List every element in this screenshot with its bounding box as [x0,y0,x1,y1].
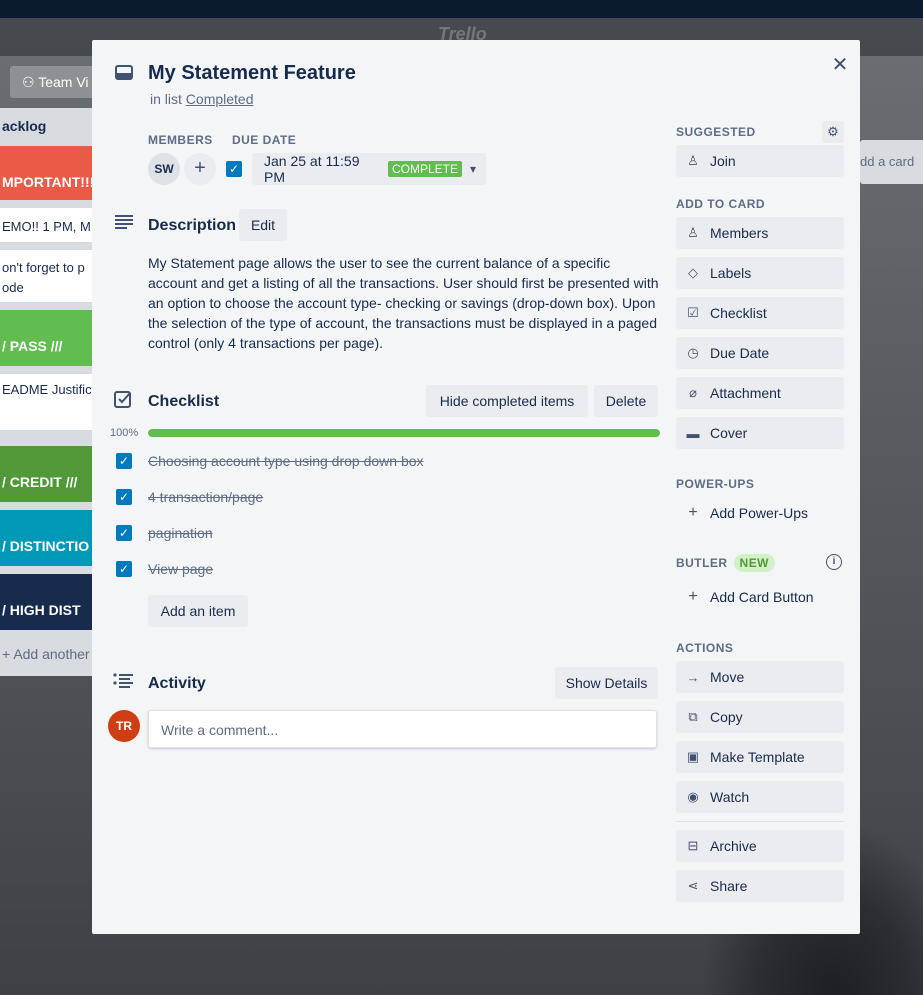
archive-icon: ⊟ [687,838,699,853]
due-date-control: ✓ Jan 25 at 11:59 PM COMPLETE ▾ [226,153,486,185]
member-avatar[interactable]: SW [148,153,180,185]
cover-icon: ▬ [686,425,700,441]
template-icon: ▣ [686,749,700,764]
members-button[interactable]: ♙ Members [676,217,844,249]
board-card[interactable]: / PASS /// [0,310,96,366]
chevron-down-icon: ▾ [469,162,476,176]
board-card[interactable]: / CREDIT /// [0,446,96,502]
suggested-label: Suggested [676,125,756,139]
due-complete-checkbox[interactable]: ✓ [226,161,242,177]
add-card-button-button[interactable]: + Add Card Button [676,581,844,613]
watch-button[interactable]: ◉ Watch [676,781,844,813]
activity-icon [113,673,133,694]
list-link[interactable]: Completed [186,91,254,107]
in-list-text: in list Completed [150,91,254,107]
description-heading: Description [148,217,237,234]
cover-button[interactable]: ▬ Cover [676,417,844,449]
checkbox-checked-icon[interactable]: ✓ [116,525,132,541]
board-card[interactable]: EMO!! 1 PM, M [0,208,96,242]
hide-completed-button[interactable]: Hide completed items [426,385,588,417]
copy-icon: ⧉ [688,709,698,724]
app-header-bar [0,0,923,18]
card-title[interactable]: My Statement Feature [148,62,356,85]
progress-percent: 100% [110,427,139,439]
board-card[interactable]: / HIGH DIST [0,574,96,630]
person-icon: ♙ [687,225,699,240]
progress-bar [148,429,660,437]
power-ups-label: Power-Ups [676,477,755,491]
add-to-card-label: Add to card [676,197,766,211]
comment-input[interactable]: Write a comment... [148,710,657,748]
share-icon: ⋖ [687,878,699,893]
activity-heading: Activity [148,675,206,692]
due-date-button-side[interactable]: ◷ Due Date [676,337,844,369]
join-button[interactable]: ♙ Join [676,145,844,177]
move-button[interactable]: → Move [676,661,844,693]
share-button[interactable]: ⋖ Share [676,870,844,902]
checklist-item[interactable]: ✓ pagination [116,523,213,543]
board-card[interactable]: MPORTANT!!! [0,146,96,200]
clock-icon: ◷ [687,345,699,360]
team-visibility-button[interactable]: ⚇ Team Vi [10,66,100,98]
add-member-button[interactable]: + [184,153,216,185]
checkbox-checked-icon[interactable]: ✓ [116,489,132,505]
checklist-heading[interactable]: Checklist [148,393,219,411]
board-card[interactable]: on't forget to p ode [0,250,96,302]
plus-icon: + [688,504,698,521]
make-template-button[interactable]: ▣ Make Template [676,741,844,773]
gear-icon[interactable]: ⚙ [822,121,844,143]
checkbox-checked-icon[interactable]: ✓ [116,561,132,577]
delete-checklist-button[interactable]: Delete [594,385,658,417]
info-icon[interactable]: i [826,554,842,570]
checklist-item[interactable]: ✓ View page [116,559,213,579]
add-another-card-button[interactable]: + Add another [0,644,96,666]
progress-fill [148,429,660,437]
add-item-button[interactable]: Add an item [148,595,248,627]
archive-button[interactable]: ⊟ Archive [676,830,844,862]
eye-icon: ◉ [687,789,699,804]
board-card[interactable]: EADME Justifica [0,374,96,430]
actions-label: Actions [676,641,734,655]
description-icon [112,214,136,235]
checkbox-checked-icon[interactable]: ✓ [116,453,132,469]
butler-label: Butler NEW [676,554,775,572]
due-date-button[interactable]: Jan 25 at 11:59 PM COMPLETE ▾ [252,153,486,185]
members-label: Members [148,133,213,147]
close-icon[interactable]: ✕ [828,54,852,78]
edit-description-button[interactable]: Edit [239,209,287,241]
add-card-button-right[interactable]: dd a card [860,140,923,184]
card-icon [114,64,134,87]
due-date-label: Due Date [232,133,297,147]
description-text[interactable]: My Statement page allows the user to see… [148,253,660,353]
plus-icon: + [2,646,11,662]
checklist-button[interactable]: ☑ Checklist [676,297,844,329]
labels-button[interactable]: ◇ Labels [676,257,844,289]
board-card[interactable]: / DISTINCTIO [0,510,96,566]
complete-badge: COMPLETE [387,161,462,177]
list-title: acklog [2,118,47,134]
label-icon: ◇ [688,265,698,280]
paperclip-icon: ⌀ [689,385,697,400]
checklist-item[interactable]: ✓ 4 transaction/page [116,487,263,507]
add-power-ups-button[interactable]: + Add Power-Ups [676,497,844,529]
sidebar-divider [676,821,844,822]
checklist-item[interactable]: ✓ Choosing account type using drop down … [116,451,424,471]
show-details-button[interactable]: Show Details [555,667,658,699]
team-icon: ⚇ [22,74,35,90]
attachment-button[interactable]: ⌀ Attachment [676,377,844,409]
user-avatar[interactable]: TR [108,710,140,742]
checklist-icon: ☑ [687,305,699,320]
person-icon: ♙ [687,153,699,168]
plus-icon: + [688,588,698,605]
card-detail-modal: ✕ My Statement Feature in list Completed… [92,40,860,934]
checklist-icon [114,391,132,414]
arrow-right-icon: → [686,669,700,685]
copy-button[interactable]: ⧉ Copy [676,701,844,733]
new-badge: NEW [733,554,775,572]
